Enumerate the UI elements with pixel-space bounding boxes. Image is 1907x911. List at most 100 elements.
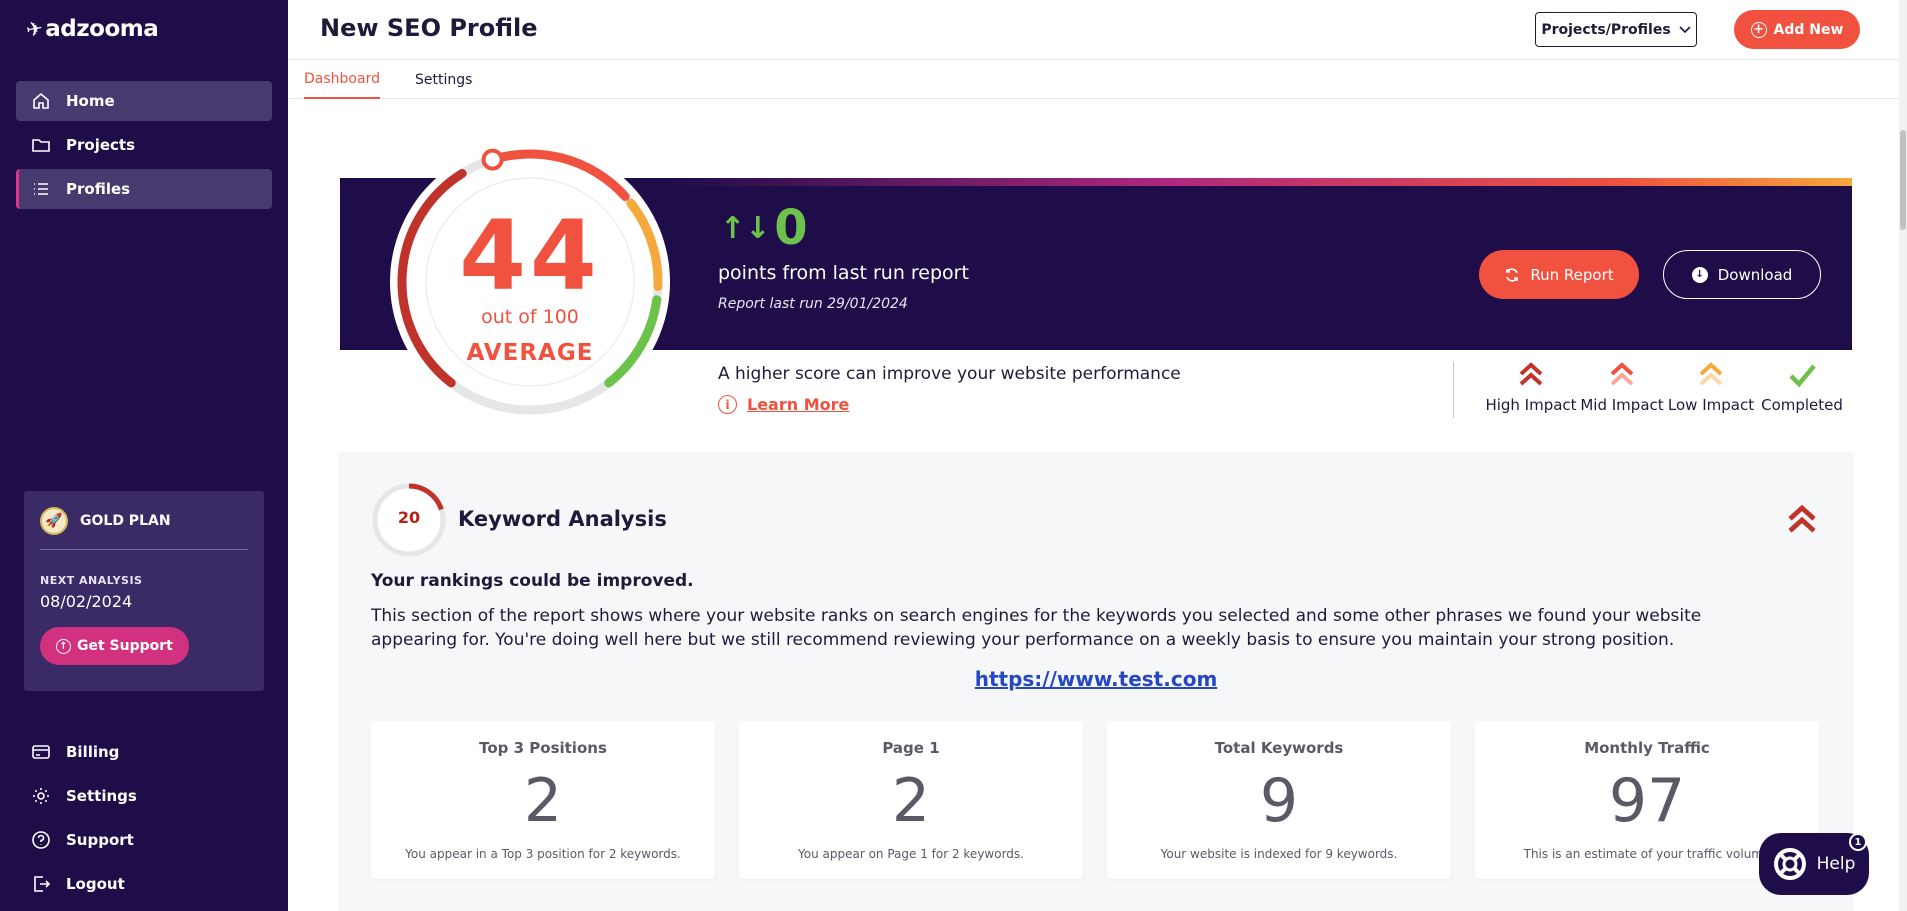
sidebar-item-profiles[interactable]: Profiles <box>16 169 272 209</box>
keyword-score: 20 <box>397 508 421 527</box>
stat-value: 2 <box>523 766 563 836</box>
run-report-label: Run Report <box>1530 265 1614 284</box>
projects-profiles-label: Projects/Profiles <box>1541 21 1671 38</box>
stat-title: Page 1 <box>882 739 940 757</box>
tab-dashboard[interactable]: Dashboard <box>304 61 380 99</box>
legend-completed: Completed <box>1754 360 1850 414</box>
page-header: New SEO Profile Projects/Profiles + Add … <box>288 0 1907 60</box>
list-icon <box>30 178 52 200</box>
stat-title: Monthly Traffic <box>1584 739 1710 757</box>
stat-card-page1: Page 1 2 You appear on Page 1 for 2 keyw… <box>739 721 1083 879</box>
delta-text: points from last run report <box>718 262 969 284</box>
stat-note: You appear on Page 1 for 2 keywords. <box>798 847 1024 861</box>
plan-header: 🚀 GOLD PLAN <box>40 507 248 550</box>
home-icon <box>30 90 52 112</box>
lifebuoy-icon <box>1773 848 1806 880</box>
stat-title: Total Keywords <box>1214 739 1344 757</box>
add-new-button[interactable]: + Add New <box>1734 10 1860 49</box>
legend-low-impact: Low Impact <box>1668 360 1754 414</box>
stat-note: You appear in a Top 3 position for 2 key… <box>405 847 681 861</box>
keyword-description: This section of the report shows where y… <box>371 606 1702 650</box>
learn-more-label: Learn More <box>747 395 850 414</box>
low-impact-chevrons-icon <box>1699 362 1723 386</box>
download-icon: ↓ <box>1691 266 1708 283</box>
score-value: 44 <box>459 200 601 312</box>
sidebar-item-billing[interactable]: Billing <box>16 732 272 772</box>
stat-value: 9 <box>1259 766 1299 836</box>
sidebar-item-label: Projects <box>66 136 136 154</box>
get-support-label: Get Support <box>77 638 173 654</box>
run-report-button[interactable]: Run Report <box>1479 250 1639 299</box>
keyword-subtitle: Your rankings could be improved. <box>371 571 694 591</box>
logout-icon <box>30 873 52 895</box>
up-down-arrows-icon: ↑↓ <box>720 210 771 246</box>
chevron-down-icon <box>1679 25 1691 33</box>
tab-settings[interactable]: Settings <box>415 61 472 99</box>
add-new-label: Add New <box>1773 21 1844 38</box>
sidebar-item-logout[interactable]: Logout <box>16 864 272 904</box>
sidebar-item-support[interactable]: Support <box>16 820 272 860</box>
sidebar-item-label: Settings <box>66 787 137 805</box>
brand-name: adzooma <box>45 16 159 42</box>
plus-icon: + <box>1750 21 1767 38</box>
main-nav: Home Projects Profiles <box>16 81 272 213</box>
next-analysis-label: NEXT ANALYSIS <box>40 574 143 587</box>
legend-mid-impact: Mid Impact <box>1576 360 1668 414</box>
sidebar-item-projects[interactable]: Projects <box>16 125 272 165</box>
stat-card-top3: Top 3 Positions 2 You appear in a Top 3 … <box>371 721 715 879</box>
score-delta: ↑↓ 0 <box>720 200 808 256</box>
legend-label: Low Impact <box>1667 396 1755 414</box>
arrow-up-icon: ↑ <box>56 638 71 654</box>
folder-icon <box>30 134 52 156</box>
score-out-of: out of 100 <box>481 306 579 328</box>
website-url-link[interactable]: https://www.test.com <box>371 667 1821 691</box>
plan-card: 🚀 GOLD PLAN NEXT ANALYSIS 08/02/2024 ↑ G… <box>24 491 264 691</box>
adzooma-logo[interactable]: ✈ adzooma <box>24 15 159 43</box>
high-impact-chevrons-icon <box>1788 504 1816 533</box>
stat-note: Your website is indexed for 9 keywords. <box>1160 847 1398 861</box>
checkmark-icon <box>1789 364 1816 388</box>
help-label: Help <box>1816 854 1856 874</box>
legend-divider <box>1453 362 1454 418</box>
impact-legend: High Impact Mid Impact Low Impact Comple… <box>1485 360 1850 414</box>
score-hint: A higher score can improve your website … <box>718 364 1181 384</box>
stat-value: 2 <box>891 766 931 836</box>
refresh-icon <box>1506 267 1519 282</box>
rocket-badge-icon: 🚀 <box>40 507 68 535</box>
sidebar-item-home[interactable]: Home <box>16 81 272 121</box>
sidebar-item-label: Support <box>66 831 134 849</box>
gauge-marker <box>481 148 504 171</box>
legend-high-impact: High Impact <box>1485 360 1577 414</box>
stat-value: 97 <box>1608 766 1686 836</box>
sidebar-item-label: Billing <box>66 743 120 761</box>
help-notification-badge: 1 <box>1849 833 1867 851</box>
stat-card-total-keywords: Total Keywords 9 Your website is indexed… <box>1107 721 1451 879</box>
tab-bar: Dashboard Settings <box>288 61 1907 99</box>
download-label: Download <box>1717 265 1793 284</box>
sidebar-item-settings[interactable]: Settings <box>16 776 272 816</box>
secondary-nav: Billing Settings Support Logout <box>16 732 272 908</box>
plan-name: GOLD PLAN <box>80 513 171 529</box>
high-impact-chevrons-icon <box>1519 362 1543 386</box>
delta-value: 0 <box>774 200 808 256</box>
legend-label: High Impact <box>1485 396 1577 414</box>
page-title: New SEO Profile <box>320 14 538 42</box>
download-button[interactable]: ↓ Download <box>1663 250 1821 299</box>
get-support-button[interactable]: ↑ Get Support <box>40 627 189 665</box>
sidebar-item-label: Profiles <box>66 180 131 198</box>
info-icon: i <box>718 395 737 414</box>
sidebar-item-label: Logout <box>66 875 125 893</box>
mid-impact-chevrons-icon <box>1610 362 1634 386</box>
stat-title: Top 3 Positions <box>479 739 607 757</box>
last-run-text: Report last run 29/01/2024 <box>718 296 908 312</box>
gear-icon <box>30 785 52 807</box>
scrollbar-thumb[interactable] <box>1900 130 1906 230</box>
question-icon <box>30 829 52 851</box>
projects-profiles-dropdown[interactable]: Projects/Profiles <box>1535 12 1697 47</box>
rocket-icon: ✈ <box>24 15 45 43</box>
score-grade: AVERAGE <box>466 340 594 366</box>
learn-more-link[interactable]: i Learn More <box>718 395 849 414</box>
legend-label: Mid Impact <box>1580 396 1664 414</box>
sidebar-item-label: Home <box>66 92 115 110</box>
next-analysis-date: 08/02/2024 <box>40 592 133 611</box>
